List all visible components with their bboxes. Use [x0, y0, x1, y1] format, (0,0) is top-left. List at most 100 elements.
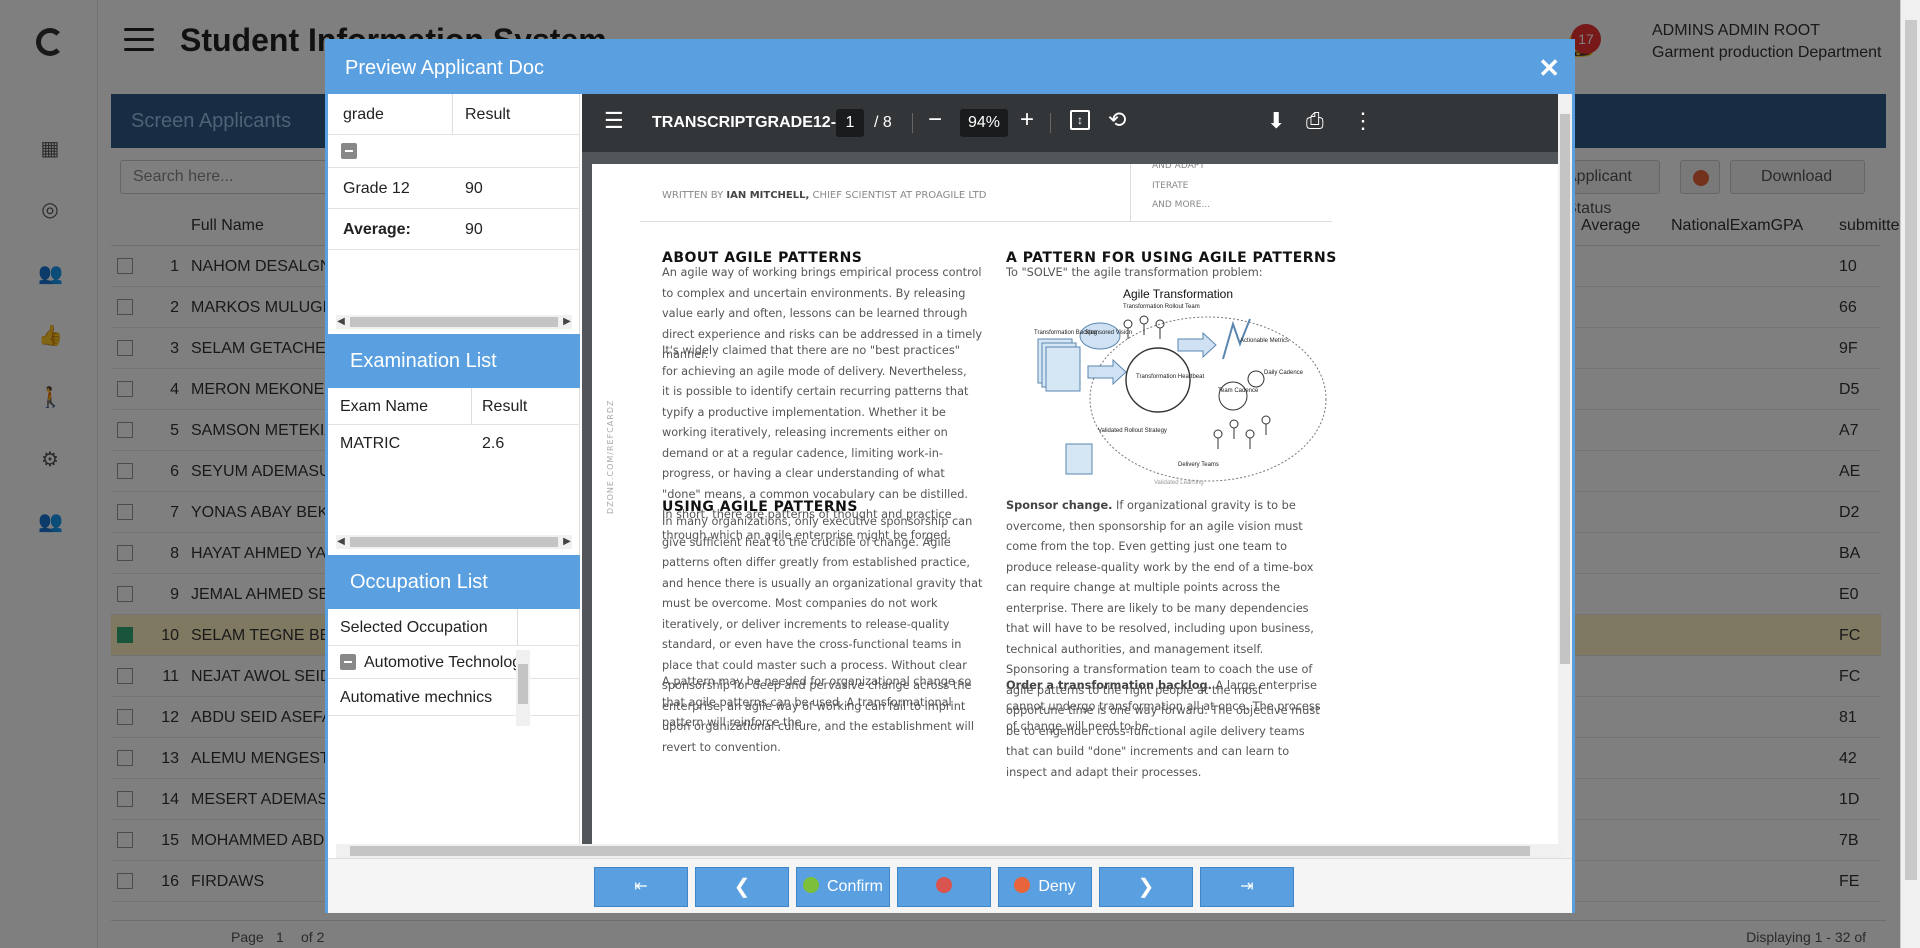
remove-button[interactable] [897, 867, 991, 907]
diagram-label: Transformation Heartbeat [1136, 374, 1204, 380]
rotate-icon[interactable]: ⟲ [1108, 107, 1126, 133]
pdf-scrollbar[interactable] [1558, 94, 1572, 858]
pdf-page-input[interactable]: 1 [836, 109, 864, 137]
diagram-label: Transformation Rollout Team [1123, 304, 1200, 310]
exam-result-cell: 2.6 [482, 435, 505, 452]
more-options-icon[interactable]: ⋮ [1352, 108, 1374, 134]
first-record-button[interactable]: ⇤ [594, 867, 688, 907]
vision-cloud [1079, 322, 1121, 350]
next-record-button[interactable]: ❯ [1099, 867, 1193, 907]
preview-dialog: Preview Applicant Doc ✕ grade Result Gra… [325, 39, 1575, 913]
result-column-header[interactable]: Result [465, 106, 510, 124]
diagram-label: Validated Learning [1154, 480, 1204, 486]
dialog-horizontal-scrollbar[interactable] [336, 844, 1564, 858]
diagram-label: Validated Rollout Strategy [1098, 428, 1167, 434]
exam-table-header: Exam Name Result [328, 388, 580, 425]
header-divider [1130, 164, 1131, 222]
print-icon[interactable]: ⎙ [1306, 108, 1324, 134]
occupation-table-header: Selected Occupation [328, 609, 580, 646]
grade-column-header[interactable]: grade [343, 106, 384, 124]
dialog-header: Preview Applicant Doc ✕ [328, 42, 1572, 94]
toolbar-separator [1050, 113, 1051, 133]
dialog-title: Preview Applicant Doc [345, 57, 544, 79]
download-icon[interactable]: ⬇ [1267, 108, 1285, 134]
toc-item: ITERATE [1152, 181, 1189, 191]
paragraph-using-2: A pattern may be needed for organization… [662, 675, 972, 729]
arrow-shape [1087, 358, 1127, 386]
diagram-label: Sponsored Vision [1085, 330, 1132, 336]
remove-icon [936, 877, 952, 893]
diagram-label: Actionable Metrics [1240, 338, 1289, 344]
pdf-zoom-input[interactable]: 94% [960, 109, 1008, 137]
pdf-page: AND ADAPT ITERATE AND MORE... WRITTEN BY… [592, 164, 1559, 844]
diagram-title: Agile Transformation [1123, 287, 1233, 301]
occupation-scrollbar[interactable] [516, 650, 530, 726]
backlog-stack [1045, 346, 1081, 392]
occupation-section-title: Occupation List [328, 555, 580, 609]
toc-item: AND MORE... [1152, 200, 1211, 210]
average-value: 90 [465, 221, 483, 238]
page-side-label: DZONE.COM/REFCARDZ [606, 399, 615, 514]
arrow-shape [1177, 331, 1217, 359]
toolbar-separator [912, 113, 913, 133]
diagram-label: Delivery Teams [1178, 462, 1219, 468]
confirm-button[interactable]: Confirm [796, 867, 890, 907]
collapse-icon[interactable] [341, 143, 357, 159]
team-cadence-circle [1218, 381, 1248, 411]
deny-icon [1014, 877, 1031, 893]
paragraph-order: Order a transformation backlog. A large … [1006, 679, 1321, 733]
page-scrollbar-thumb[interactable] [1905, 20, 1917, 880]
occupation-group-label: Automotive Technology [364, 654, 530, 671]
paragraph-pattern: To "SOLVE" the agile transformation prob… [1006, 266, 1263, 279]
column-divider [452, 94, 453, 135]
grade-table-header: grade Result [328, 94, 580, 135]
page-scrollbar[interactable] [1900, 0, 1920, 948]
grade-row: Grade 12 90 [328, 168, 580, 209]
occupation-cell: Automative mechnics [340, 689, 493, 706]
fit-page-icon[interactable]: ↕ [1070, 110, 1090, 130]
previous-record-button[interactable]: ❮ [695, 867, 789, 907]
heartbeat-circle [1125, 347, 1191, 413]
occupation-row: Automative mechnics [328, 679, 580, 716]
pdf-toolbar: ☰ TRANSCRIPTGRADE12-... 1 / 8 − 94% + ↕ … [582, 94, 1572, 152]
exam-name-column-header[interactable]: Exam Name [340, 398, 428, 416]
pdf-scrollbar-thumb[interactable] [1560, 114, 1570, 664]
agile-transformation-diagram: Agile Transformation Transformation Roll… [1034, 287, 1327, 486]
pdf-total-pages: / 8 [874, 114, 892, 131]
deny-button[interactable]: Deny [998, 867, 1092, 907]
exam-row: MATRIC 2.6 [328, 425, 580, 462]
last-record-button[interactable]: ⇥ [1200, 867, 1294, 907]
pdf-menu-icon[interactable]: ☰ [604, 108, 624, 134]
dialog-footer: ⇤ ❮ Confirm Deny ❯ ⇥ [328, 858, 1572, 913]
average-label: Average: [343, 221, 411, 238]
collapse-icon[interactable] [340, 654, 356, 670]
column-divider [471, 388, 472, 425]
selected-occupation-column-header[interactable]: Selected Occupation [340, 619, 488, 637]
close-icon[interactable]: ✕ [1538, 53, 1560, 84]
toc-item: AND ADAPT [1152, 164, 1205, 171]
pdf-viewer: ☰ TRANSCRIPTGRADE12-... 1 / 8 − 94% + ↕ … [582, 94, 1572, 858]
exam-result-column-header[interactable]: Result [482, 398, 527, 416]
exam-section-title: Examination List [328, 334, 580, 388]
occupation-group-row: Automotive Technology [328, 646, 580, 679]
exam-table-scrollbar[interactable]: ◀ ▶ [336, 535, 572, 549]
column-divider [517, 609, 518, 646]
result-cell: 90 [465, 180, 483, 197]
applicant-info-panel: grade Result Grade 12 90 Average: 90 ◀ ▶ … [328, 94, 580, 858]
strategy-document [1065, 443, 1093, 475]
pdf-filename: TRANSCRIPTGRADE12-... [652, 114, 850, 131]
byline: WRITTEN BY IAN MITCHELL, CHIEF SCIENTIST… [662, 190, 987, 201]
diagram-label: Team Cadence [1218, 388, 1259, 394]
average-row: Average: 90 [328, 209, 580, 250]
grade-group-row [328, 135, 580, 168]
diagram-label: Daily Cadence [1264, 370, 1304, 376]
daily-cadence-circle [1247, 370, 1265, 388]
check-icon [802, 877, 819, 893]
exam-name-cell: MATRIC [340, 435, 401, 452]
dialog-horizontal-scrollbar-thumb[interactable] [350, 846, 1530, 856]
zoom-out-icon[interactable]: − [928, 106, 942, 134]
paragraph-sponsor: Sponsor change. If organizational gravit… [1006, 499, 1320, 779]
grade-table-scrollbar[interactable]: ◀ ▶ [336, 315, 572, 329]
zoom-in-icon[interactable]: + [1020, 106, 1034, 134]
grade-cell: Grade 12 [343, 180, 410, 197]
